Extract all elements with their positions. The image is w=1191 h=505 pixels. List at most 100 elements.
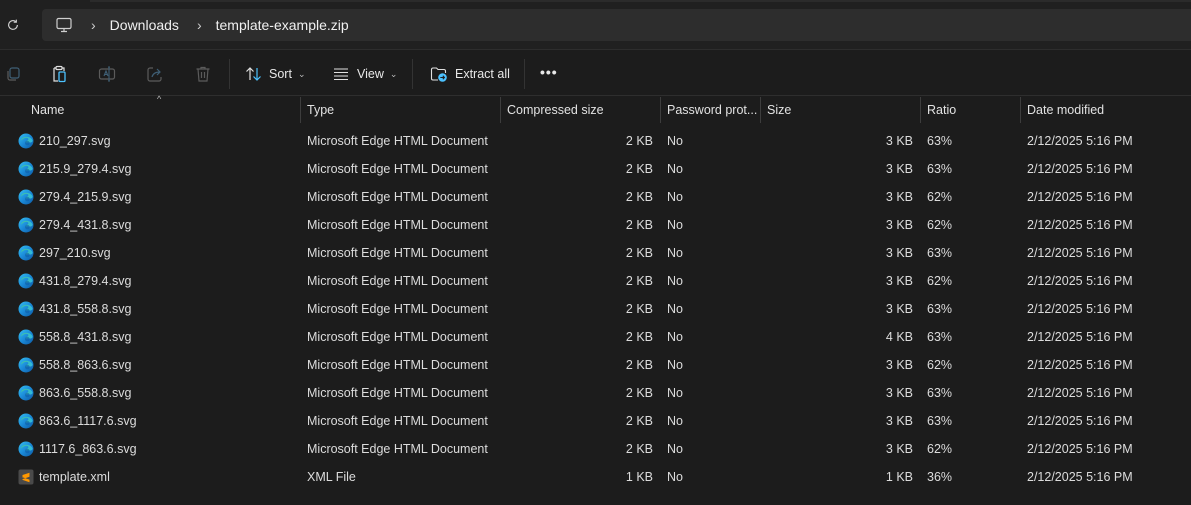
file-ratio: 63%	[927, 386, 953, 400]
more-options-button[interactable]: •••	[540, 64, 558, 80]
file-row[interactable]: 297_210.svg Microsoft Edge HTML Document…	[0, 239, 1191, 267]
view-button[interactable]: View ⌄	[333, 62, 397, 86]
sort-button[interactable]: Sort ⌄	[245, 62, 305, 86]
file-row[interactable]: 431.8_279.4.svg Microsoft Edge HTML Docu…	[0, 267, 1191, 295]
file-ratio: 63%	[927, 302, 953, 316]
file-type: Microsoft Edge HTML Document	[307, 358, 488, 372]
file-ratio: 62%	[927, 358, 953, 372]
file-name-cell[interactable]: 279.4_215.9.svg	[18, 183, 131, 211]
edge-icon	[18, 245, 34, 261]
pc-icon[interactable]	[55, 16, 73, 34]
file-row[interactable]: 863.6_1117.6.svg Microsoft Edge HTML Doc…	[0, 407, 1191, 435]
address-bar[interactable]: › Downloads › template-example.zip	[42, 9, 1191, 41]
share-button[interactable]	[144, 63, 166, 85]
file-compressed-size: 2 KB	[625, 330, 653, 344]
file-row[interactable]: 558.8_431.8.svg Microsoft Edge HTML Docu…	[0, 323, 1191, 351]
file-row[interactable]: 210_297.svg Microsoft Edge HTML Document…	[0, 127, 1191, 155]
column-header-ratio[interactable]: Ratio	[927, 97, 956, 123]
column-header-size[interactable]: Size	[767, 97, 791, 123]
file-ratio: 63%	[927, 162, 953, 176]
column-header-compressed-size[interactable]: Compressed size	[507, 97, 604, 123]
file-type: Microsoft Edge HTML Document	[307, 302, 488, 316]
file-date-modified: 2/12/2025 5:16 PM	[1027, 190, 1133, 204]
file-password-protected: No	[667, 414, 683, 428]
file-row[interactable]: 431.8_558.8.svg Microsoft Edge HTML Docu…	[0, 295, 1191, 323]
file-size: 3 KB	[885, 218, 913, 232]
edge-icon	[18, 441, 34, 457]
file-date-modified: 2/12/2025 5:16 PM	[1027, 330, 1133, 344]
file-row[interactable]: template.xml XML File 1 KB No 1 KB 36% 2…	[0, 463, 1191, 491]
file-name-cell[interactable]: 558.8_431.8.svg	[18, 323, 131, 351]
file-compressed-size: 2 KB	[625, 246, 653, 260]
file-row[interactable]: 279.4_215.9.svg Microsoft Edge HTML Docu…	[0, 183, 1191, 211]
file-name-cell[interactable]: 431.8_558.8.svg	[18, 295, 131, 323]
column-header-type[interactable]: Type	[307, 97, 334, 123]
file-date-modified: 2/12/2025 5:16 PM	[1027, 470, 1133, 484]
file-password-protected: No	[667, 190, 683, 204]
column-header-password[interactable]: Password prot...	[667, 97, 757, 123]
column-header-name[interactable]: Name	[31, 97, 64, 123]
file-row[interactable]: 558.8_863.6.svg Microsoft Edge HTML Docu…	[0, 351, 1191, 379]
file-compressed-size: 2 KB	[625, 190, 653, 204]
column-resize-handle[interactable]	[920, 97, 921, 123]
column-resize-handle[interactable]	[660, 97, 661, 123]
file-size: 3 KB	[885, 358, 913, 372]
file-name-cell[interactable]: 297_210.svg	[18, 239, 111, 267]
column-resize-handle[interactable]	[300, 97, 301, 123]
file-name-cell[interactable]: 863.6_1117.6.svg	[18, 407, 137, 435]
file-compressed-size: 2 KB	[625, 162, 653, 176]
file-date-modified: 2/12/2025 5:16 PM	[1027, 386, 1133, 400]
file-compressed-size: 2 KB	[625, 302, 653, 316]
file-name: 215.9_279.4.svg	[39, 162, 132, 176]
file-size: 1 KB	[885, 470, 913, 484]
file-name: 297_210.svg	[39, 246, 111, 260]
file-compressed-size: 2 KB	[625, 414, 653, 428]
file-size: 3 KB	[885, 386, 913, 400]
file-date-modified: 2/12/2025 5:16 PM	[1027, 162, 1133, 176]
file-type: Microsoft Edge HTML Document	[307, 162, 488, 176]
file-name-cell[interactable]: 210_297.svg	[18, 127, 111, 155]
breadcrumb-chevron-icon[interactable]: ›	[91, 17, 96, 33]
file-date-modified: 2/12/2025 5:16 PM	[1027, 414, 1133, 428]
file-row[interactable]: 215.9_279.4.svg Microsoft Edge HTML Docu…	[0, 155, 1191, 183]
share-icon	[147, 67, 162, 82]
column-resize-handle[interactable]	[500, 97, 501, 123]
edge-icon	[18, 385, 34, 401]
file-compressed-size: 2 KB	[625, 274, 653, 288]
file-row[interactable]: 1117.6_863.6.svg Microsoft Edge HTML Doc…	[0, 435, 1191, 463]
breadcrumb-downloads[interactable]: Downloads	[110, 17, 179, 33]
copy-button[interactable]	[2, 63, 24, 85]
column-header-date-modified[interactable]: Date modified	[1027, 97, 1104, 123]
file-ratio: 62%	[927, 274, 953, 288]
file-name: 279.4_215.9.svg	[39, 190, 132, 204]
refresh-button[interactable]	[2, 14, 24, 36]
file-type: Microsoft Edge HTML Document	[307, 218, 488, 232]
file-size: 3 KB	[885, 274, 913, 288]
file-row[interactable]: 279.4_431.8.svg Microsoft Edge HTML Docu…	[0, 211, 1191, 239]
file-name-cell[interactable]: 431.8_279.4.svg	[18, 267, 131, 295]
edge-icon	[18, 133, 34, 149]
column-resize-handle[interactable]	[1020, 97, 1021, 123]
file-name-cell[interactable]: template.xml	[18, 463, 110, 491]
file-type: Microsoft Edge HTML Document	[307, 330, 488, 344]
file-type: Microsoft Edge HTML Document	[307, 134, 488, 148]
file-name-cell[interactable]: 863.6_558.8.svg	[18, 379, 131, 407]
delete-button[interactable]	[192, 63, 214, 85]
file-size: 3 KB	[885, 442, 913, 456]
breadcrumb-chevron-icon[interactable]: ›	[197, 17, 202, 33]
file-password-protected: No	[667, 246, 683, 260]
file-size: 3 KB	[885, 302, 913, 316]
file-name-cell[interactable]: 558.8_863.6.svg	[18, 351, 131, 379]
column-resize-handle[interactable]	[760, 97, 761, 123]
extract-all-button[interactable]: Extract all	[430, 62, 510, 86]
breadcrumb-current[interactable]: template-example.zip	[216, 17, 349, 33]
file-name-cell[interactable]: 215.9_279.4.svg	[18, 155, 131, 183]
rename-button[interactable]	[96, 63, 118, 85]
file-row[interactable]: 863.6_558.8.svg Microsoft Edge HTML Docu…	[0, 379, 1191, 407]
file-name-cell[interactable]: 1117.6_863.6.svg	[18, 435, 137, 463]
column-header-row: Name Type Compressed size Password prot.…	[0, 97, 1191, 123]
chevron-down-icon: ⌄	[389, 68, 398, 79]
file-name-cell[interactable]: 279.4_431.8.svg	[18, 211, 131, 239]
paste-button[interactable]	[48, 63, 70, 85]
refresh-icon	[8, 19, 18, 30]
